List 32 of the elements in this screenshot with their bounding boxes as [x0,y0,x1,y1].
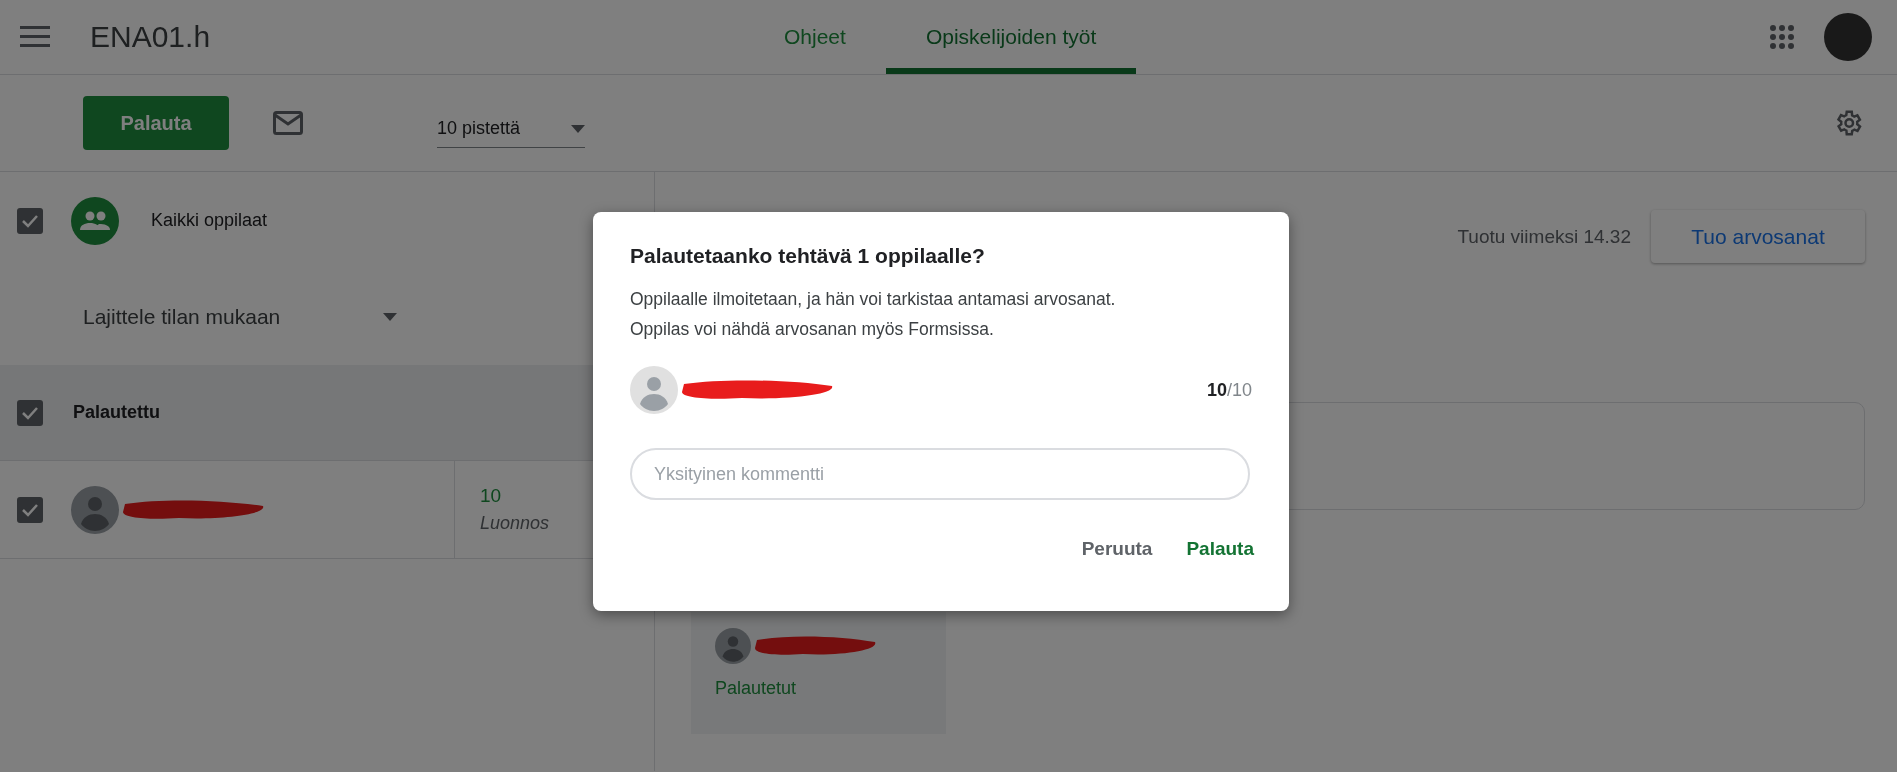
checkbox[interactable] [17,399,43,426]
student-avatar [630,366,678,414]
score-text: 10/10 [1206,379,1252,401]
return-button[interactable]: Palauta [83,96,229,150]
tab[interactable]: Opiskelijoiden työt [885,0,1137,74]
comment-field[interactable]: Yksityinen kommentti [630,448,1250,500]
student-avatar [71,485,119,534]
cancel-button[interactable]: Peruuta [1069,530,1165,568]
profile-avatar[interactable] [1824,13,1872,61]
tab[interactable]: Ohjeet [744,0,886,74]
course-title: ENA01.h [90,20,211,54]
mail-icon[interactable] [273,111,303,135]
dialog-title: Palautetaanko tehtävä 1 oppilaalle? [630,244,986,268]
caret-icon [571,124,585,133]
dialog-message: Oppilaalle ilmoitetaan, ja hän voi tarkistaa antamasi arvosanat. Oppilas voi nähdä arvosanan myös Formsissa. [630,288,1117,341]
checkbox[interactable] [17,207,43,234]
menu-icon[interactable] [20,26,50,48]
import-grades-button[interactable]: Tuo arvosanat [1651,210,1865,263]
points-dropdown[interactable]: 10 pistettä [437,110,585,148]
status-label: Luonnos [480,513,551,534]
all-students-label: Kaikki oppilaat [151,210,268,231]
student-avatar [715,628,751,664]
group-label: Palautettu [73,402,160,423]
caret-icon [383,313,397,321]
grade-value: 10 [480,485,503,507]
apps-icon[interactable] [1770,25,1794,49]
group-icon [71,196,119,245]
checkbox[interactable] [17,496,43,523]
sort-dropdown[interactable]: Lajittele tilan mukaan [83,305,397,329]
last-imported-text: Tuotu viimeksi 14.32 [1457,225,1631,248]
return-button[interactable]: Palauta [1174,530,1266,568]
status-label: Palautetut [715,678,798,699]
